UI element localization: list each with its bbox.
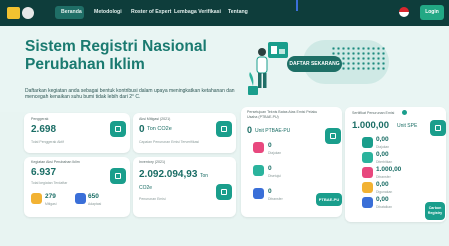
inventory-value: 2.092.094,93 xyxy=(139,169,198,180)
spe-digunakan-label: Digunakan xyxy=(376,190,393,194)
inventory-unit: Ton xyxy=(200,173,209,179)
penggerak-sub: Total Penggerak Aktif xyxy=(31,140,64,144)
adaptasi-label: Adaptasi xyxy=(88,202,102,206)
ptbae-diajukan-label: Diajukan xyxy=(268,151,282,155)
nav-link-metodologi[interactable]: Metodologi xyxy=(94,9,122,15)
spe-dibatalkan-value: 0,00 xyxy=(376,196,389,203)
ptbae-diajukan-value: 0 xyxy=(268,142,272,149)
users-icon[interactable] xyxy=(110,121,126,137)
spe-digunakan-value: 0,00 xyxy=(376,181,389,188)
aksi-mitigasi-sub: Capaian Penurunan Emisi Terverifikasi xyxy=(139,140,200,144)
nav-link-beranda[interactable]: Beranda xyxy=(61,9,82,15)
mitigasi-value: 279 xyxy=(45,193,56,200)
spe-ditransfer-icon xyxy=(362,167,373,178)
ptbae-unit: Unit PTBAE-PU xyxy=(255,128,291,134)
ptbae-disetujui-label: Disetujui xyxy=(268,174,282,178)
nav-divider xyxy=(296,0,298,11)
certificate-icon[interactable] xyxy=(430,120,446,136)
garuda-logo-icon xyxy=(7,7,20,19)
ptbae-pu-button[interactable]: PTBAE-PU xyxy=(316,193,342,206)
spe-diterbitkan-label: Diterbitkan xyxy=(376,160,393,164)
kegiatan-value: 6.937 xyxy=(31,167,57,178)
hero-title-line1: Sistem Registri Nasional xyxy=(25,38,207,55)
spe-diajukan-label: Diajukan xyxy=(376,145,390,149)
nav-link-roster-of-expert[interactable]: Roster of Expert xyxy=(131,9,171,15)
list-icon[interactable] xyxy=(110,168,126,184)
person-illustration-icon xyxy=(248,42,288,95)
ministry-logo-icon xyxy=(22,7,34,19)
spe-ditransfer-value: 1.000,00 xyxy=(376,166,402,173)
spe-diajukan-icon xyxy=(362,137,373,148)
carbon-registry-button[interactable]: Carbon Registry xyxy=(425,202,445,220)
adaptasi-value: 650 xyxy=(88,193,99,200)
adaptasi-icon xyxy=(75,193,86,204)
penggerak-value: 2.698 xyxy=(31,124,57,135)
inventory-label: Inventory (2021) xyxy=(139,160,166,164)
spe-unit: Unit SPE xyxy=(397,123,418,129)
document-icon[interactable] xyxy=(325,128,341,144)
ptbae-diajukan-icon xyxy=(253,142,264,153)
language-flag-icon[interactable] xyxy=(399,7,409,17)
kegiatan-card xyxy=(24,157,130,217)
info-icon[interactable] xyxy=(402,110,407,115)
spe-value: 1.000,00 xyxy=(352,120,389,131)
spe-diterbitkan-icon xyxy=(362,152,373,163)
inventory-unit2: CO2e xyxy=(139,185,153,191)
hero-subtitle: Daftarkan kegiatan anda sebagai bentuk k… xyxy=(25,88,235,100)
kegiatan-sub: Total kegiatan Terdaftar xyxy=(31,181,68,185)
chart-icon[interactable] xyxy=(216,121,232,137)
ptbae-disetujui-value: 0 xyxy=(268,165,272,172)
hero-title-line2: Perubahan Iklim xyxy=(25,56,145,73)
spe-label: Sertifikat Penurunan Emisi xyxy=(352,111,395,115)
aksi-mitigasi-value: 0 xyxy=(139,124,145,135)
aksi-mitigasi-unit: Ton CO2e xyxy=(147,126,172,132)
ptbae-ditransfer-value: 0 xyxy=(268,188,272,195)
mitigasi-icon xyxy=(31,193,42,204)
database-icon[interactable] xyxy=(216,184,232,200)
ptbae-ditransfer-icon xyxy=(253,188,264,199)
nav-link-lembaga-verifikasi[interactable]: Lembaga Verifikasi xyxy=(174,9,221,15)
spe-diajukan-value: 0,00 xyxy=(376,136,389,143)
nav-link-tentang[interactable]: Tentang xyxy=(228,9,248,15)
ptbae-label: Persetujuan Teknis Batas Atas Emisi Pela… xyxy=(247,110,318,119)
kegiatan-label: Kegiatan Aksi Perubahan Iklim xyxy=(31,160,80,164)
penggerak-label: Penggerak xyxy=(31,117,49,121)
spe-dibatalkan-label: Dibatalkan xyxy=(376,205,393,209)
spe-ditransfer-label: Ditransfer xyxy=(376,175,391,179)
mitigasi-label: Mitigasi xyxy=(45,202,57,206)
register-now-button[interactable]: DAFTAR SEKARANG xyxy=(287,56,342,72)
spe-diterbitkan-value: 0,00 xyxy=(376,151,389,158)
spe-dibatalkan-icon xyxy=(362,197,373,208)
spe-digunakan-icon xyxy=(362,182,373,193)
aksi-mitigasi-label: Aksi Mitigasi (2021) xyxy=(139,117,171,121)
login-button[interactable]: Login xyxy=(420,5,444,20)
inventory-sub: Penurunan Emisi xyxy=(139,197,166,201)
ptbae-ditransfer-label: Ditransfer xyxy=(268,197,283,201)
ptbae-disetujui-icon xyxy=(253,165,264,176)
ptbae-value: 0 xyxy=(247,125,253,135)
